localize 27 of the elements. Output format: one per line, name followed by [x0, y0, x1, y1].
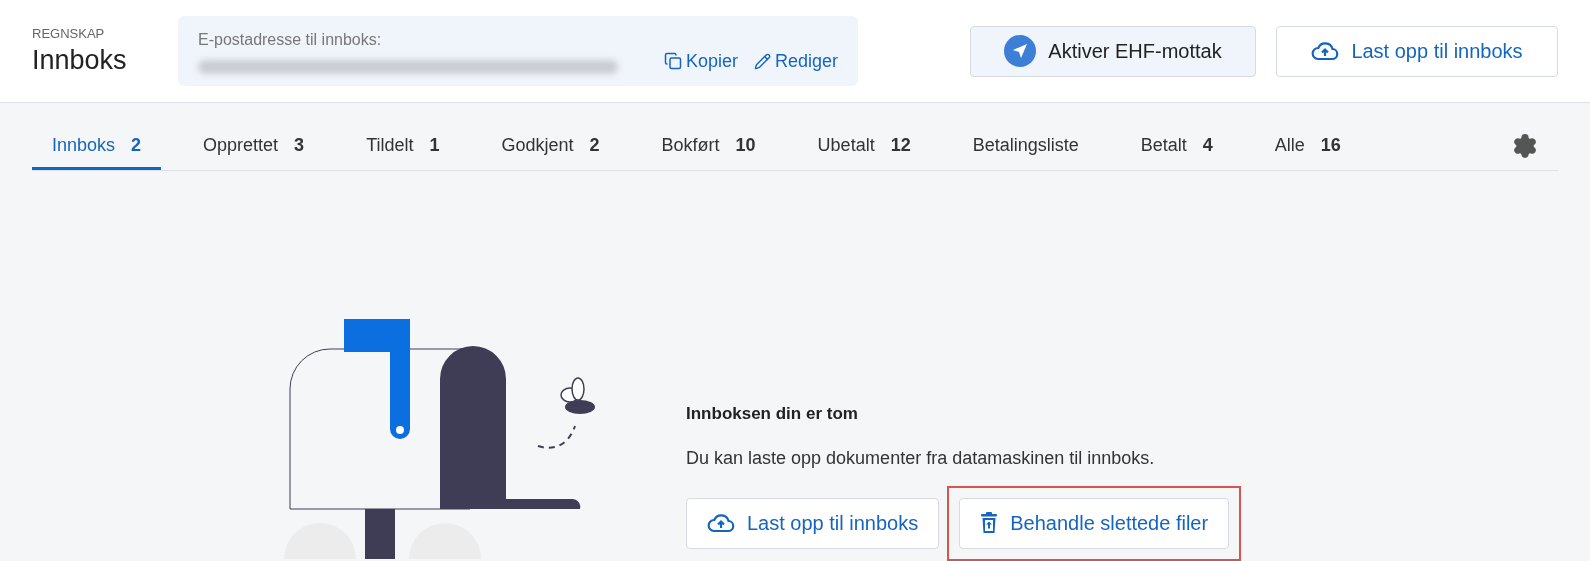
settings-icon[interactable] [1512, 133, 1538, 159]
tab[interactable]: Godkjent 2 [481, 124, 620, 170]
empty-state-text: Du kan laste opp dokumenter fra datamaskinen til innboks. [686, 446, 1156, 470]
cloud-upload-icon [1311, 41, 1340, 61]
tab[interactable]: Tildelt 1 [346, 124, 460, 170]
copy-link[interactable]: Kopier [663, 47, 738, 75]
paper-plane-icon [1004, 35, 1037, 67]
tab[interactable]: Opprettet 3 [183, 124, 325, 170]
email-label: E-postadresse til innboks: [198, 30, 383, 50]
copy-icon [663, 52, 682, 70]
upload-button[interactable]: Last opp til innboks [1276, 25, 1558, 77]
tab[interactable]: Bokført 10 [641, 124, 776, 170]
section-label: REGNSKAP [32, 25, 106, 44]
deleted-files-button[interactable]: Behandle slettede filer [959, 497, 1230, 549]
edit-link[interactable]: Rediger [753, 47, 838, 75]
activate-ehf-button[interactable]: Aktiver EHF-mottak [970, 25, 1256, 77]
pencil-icon [753, 52, 771, 70]
upload-button[interactable]: Last opp til innboks [686, 497, 940, 549]
empty-state-title: Innboksen din er tom [686, 403, 859, 425]
tab[interactable]: Alle 16 [1254, 124, 1361, 170]
tab[interactable]: Innboks 2 [32, 124, 162, 170]
tab[interactable]: Ubetalt 12 [797, 124, 931, 170]
tab[interactable]: Betalt 4 [1120, 124, 1233, 170]
page-title: Innboks [32, 43, 128, 77]
cloud-upload-icon [707, 513, 735, 533]
tab[interactable]: Betalingsliste [952, 124, 1099, 170]
trash-icon [980, 512, 999, 534]
